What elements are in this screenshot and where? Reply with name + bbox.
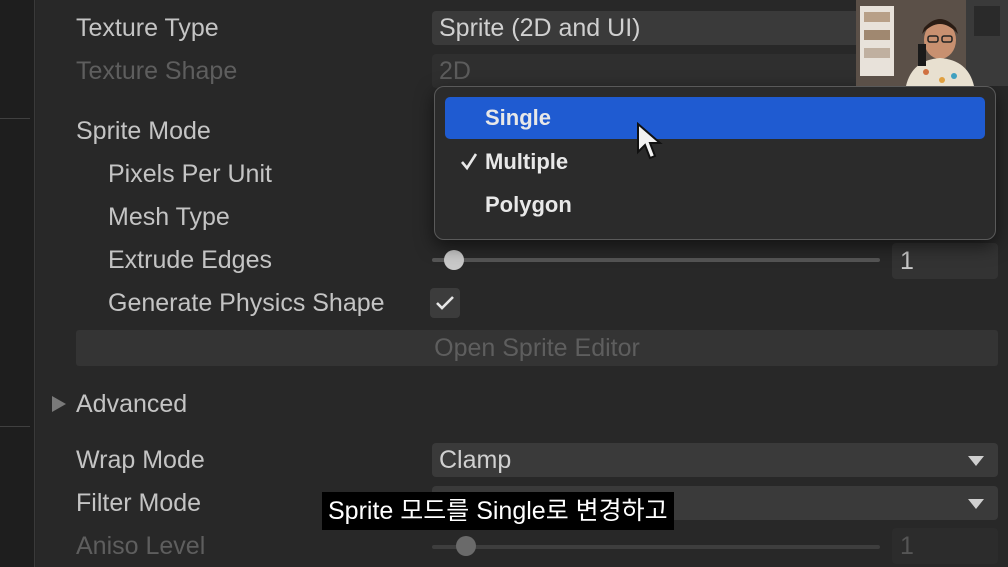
wrap-mode-label: Wrap Mode <box>76 446 205 474</box>
dropdown-item-label: Multiple <box>485 149 569 174</box>
sprite-mode-label: Sprite Mode <box>76 117 211 145</box>
checkmark-icon <box>436 296 454 310</box>
dropdown-item-single[interactable]: Single <box>445 97 985 139</box>
wrap-mode-value: Clamp <box>439 446 512 474</box>
texture-shape-value: 2D <box>439 57 471 85</box>
dropdown-item-multiple[interactable]: Multiple <box>445 141 985 183</box>
divider <box>0 118 30 119</box>
aniso-level-label: Aniso Level <box>76 532 206 560</box>
open-sprite-editor-button[interactable]: Open Sprite Editor <box>76 330 998 366</box>
texture-shape-label: Texture Shape <box>76 57 238 85</box>
dropdown-item-label: Single <box>485 105 552 130</box>
chevron-down-icon <box>968 499 984 509</box>
mouse-pointer-icon <box>637 122 663 160</box>
aniso-level-slider-track <box>432 545 880 549</box>
dropdown-item-polygon[interactable]: Polygon <box>445 184 985 226</box>
extrude-edges-label: Extrude Edges <box>108 246 272 274</box>
sprite-mode-dropdown-menu: Single Multiple Polygon <box>434 86 996 240</box>
texture-shape-dropdown: 2D <box>432 54 872 88</box>
texture-type-value: Sprite (2D and UI) <box>439 14 641 42</box>
divider <box>0 426 30 427</box>
extrude-edges-slider-handle[interactable] <box>444 250 464 270</box>
chevron-down-icon <box>968 456 984 466</box>
mesh-type-label: Mesh Type <box>108 203 230 231</box>
generate-physics-shape-label: Generate Physics Shape <box>108 289 385 317</box>
wrap-mode-dropdown[interactable]: Clamp <box>432 443 998 477</box>
triangle-right-icon[interactable] <box>52 396 66 412</box>
extrude-edges-slider-track[interactable] <box>432 258 880 262</box>
pixels-per-unit-label: Pixels Per Unit <box>108 160 272 188</box>
aniso-level-slider-handle <box>456 536 476 556</box>
texture-type-dropdown[interactable]: Sprite (2D and UI) <box>432 11 872 45</box>
aniso-level-input: 1 <box>892 528 998 564</box>
dropdown-item-label: Polygon <box>485 192 572 217</box>
left-sidebar-strip <box>0 0 35 567</box>
filter-mode-label: Filter Mode <box>76 489 202 517</box>
presenter-video-image <box>856 0 1008 86</box>
webcam-overlay <box>856 0 1008 86</box>
texture-type-label: Texture Type <box>76 14 219 42</box>
generate-physics-shape-checkbox[interactable] <box>430 288 460 318</box>
advanced-foldout-label[interactable]: Advanced <box>76 390 187 419</box>
video-subtitle: Sprite 모드를 Single로 변경하고 <box>322 492 674 530</box>
extrude-edges-input[interactable]: 1 <box>892 243 998 279</box>
